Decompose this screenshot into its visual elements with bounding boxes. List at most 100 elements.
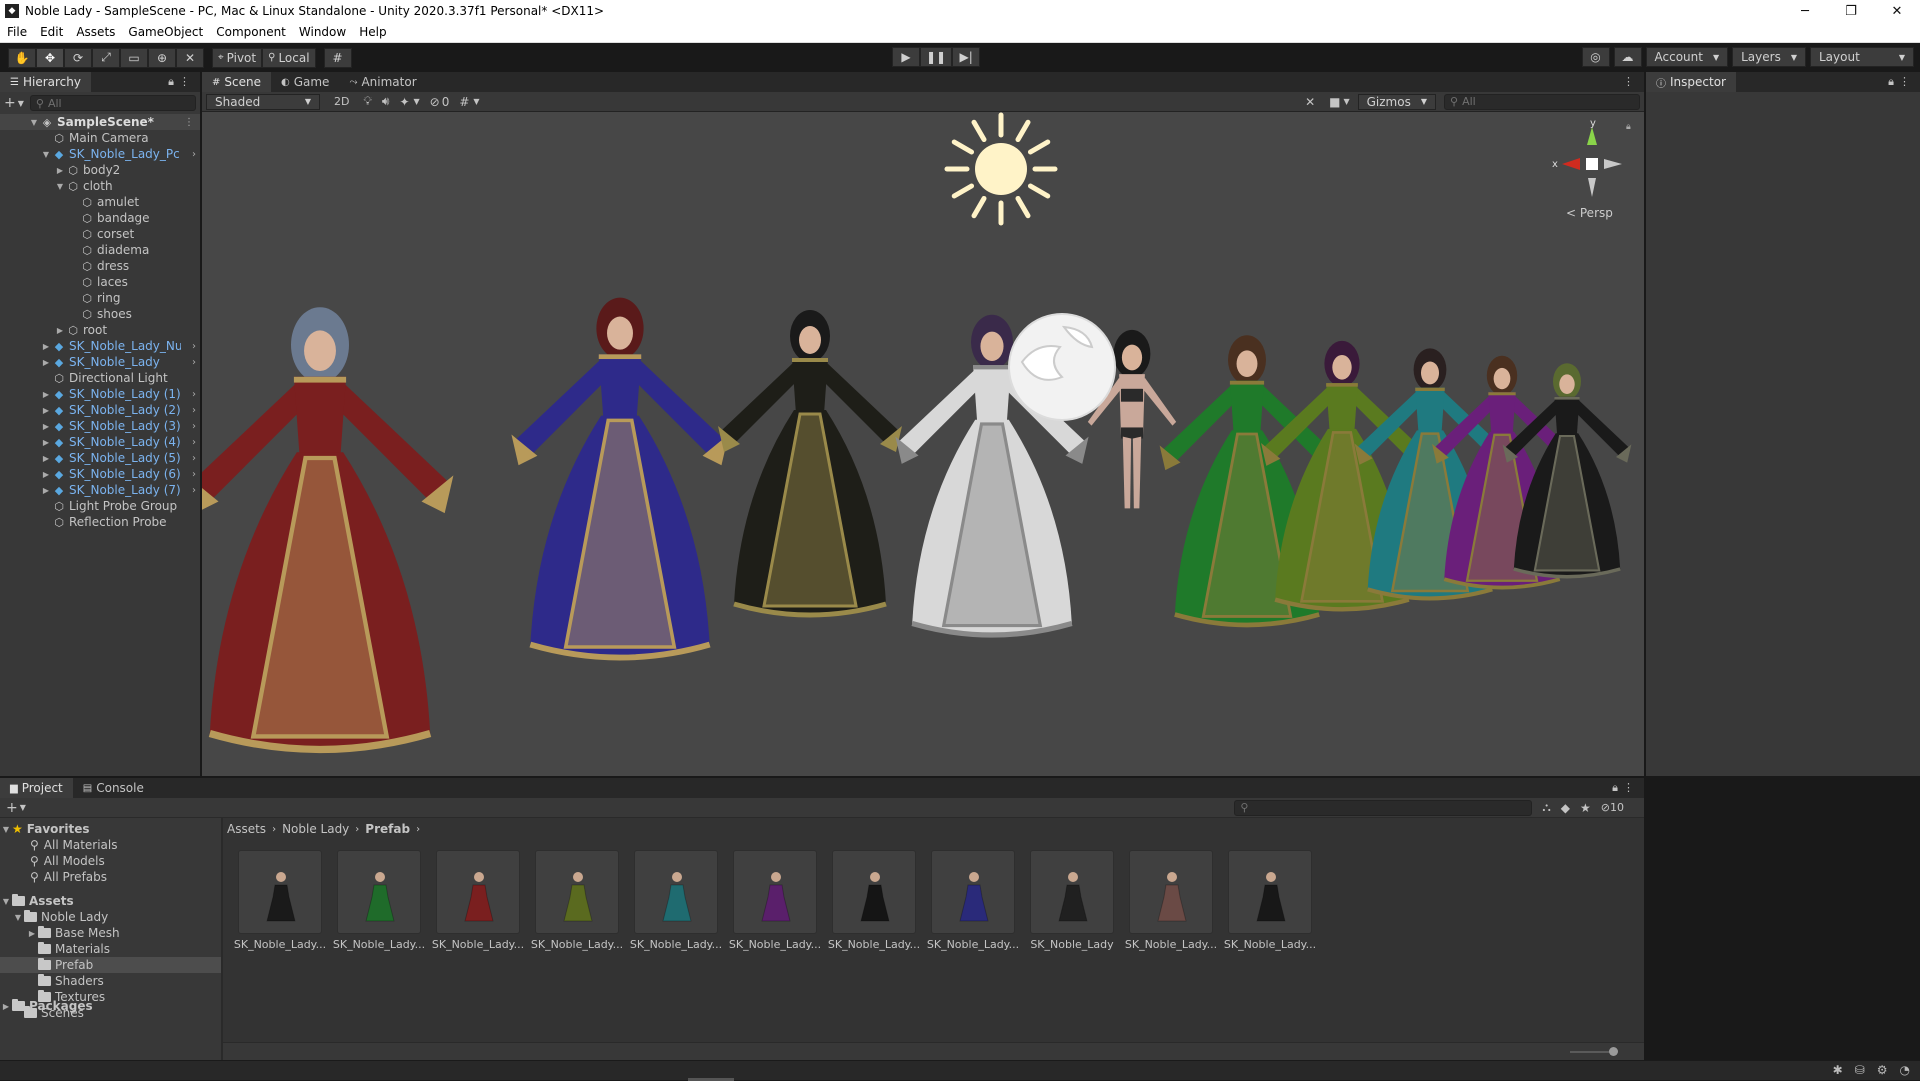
lock-icon[interactable]: 🔒︎ (168, 75, 174, 89)
scene-row[interactable]: ▼ ◈ SampleScene* ⋮ (0, 114, 200, 130)
noble-lady-character[interactable] (718, 310, 902, 618)
packages-row[interactable]: ▶ Packages (0, 998, 93, 1014)
expand-arrow-icon[interactable]: ▶ (54, 326, 66, 335)
prefab-name[interactable]: SK_Noble_Lady... (925, 938, 1021, 951)
zoom-slider-handle[interactable] (1609, 1047, 1618, 1056)
collab-icon[interactable]: ◎ (1581, 47, 1610, 67)
caret-down-icon[interactable]: ▼ (473, 97, 479, 106)
hierarchy-item[interactable]: ▶ ◆ SK_Noble_Lady › (0, 354, 200, 370)
prefab-name[interactable]: SK_Noble_Lady... (628, 938, 724, 951)
hierarchy-item[interactable]: ⬡ Directional Light (0, 370, 200, 386)
breadcrumb-prefab[interactable]: Prefab (365, 822, 410, 836)
account-dropdown[interactable]: Account ▼ (1645, 47, 1729, 67)
hierarchy-item[interactable]: ⬡ ring (0, 290, 200, 306)
hand-tool-icon[interactable]: ✋ (8, 47, 36, 68)
close-button[interactable]: ✕ (1874, 0, 1920, 22)
tab-project[interactable]: ▆ Project (0, 778, 73, 798)
reflection-probe-icon[interactable] (1002, 307, 1122, 427)
play-button[interactable]: ▶ (892, 47, 920, 67)
hierarchy-item[interactable]: ⬡ shoes (0, 306, 200, 322)
prefab-name[interactable]: SK_Noble_Lady... (529, 938, 625, 951)
lock-icon[interactable]: 🔒︎ (1612, 781, 1618, 795)
caret-down-icon[interactable]: ▼ (18, 99, 24, 108)
folder-item[interactable]: ▶ Base Mesh (0, 925, 221, 941)
prefab-thumbnail[interactable] (1228, 850, 1312, 934)
caret-down-icon[interactable]: ▼ (20, 803, 26, 812)
prefab-thumbnail[interactable] (1030, 850, 1114, 934)
filter-by-type-icon[interactable]: ⛬ (1542, 800, 1550, 815)
prefab-name[interactable]: SK_Noble_Lady... (232, 938, 328, 951)
prefab-name[interactable]: SK_Noble_Lady... (826, 938, 922, 951)
prefab-name[interactable]: SK_Noble_Lady... (430, 938, 526, 951)
project-search-input[interactable]: ⚲ (1234, 799, 1533, 816)
prefab-thumbnail[interactable] (1129, 850, 1213, 934)
hierarchy-item[interactable]: ⬡ laces (0, 274, 200, 290)
caret-down-icon[interactable]: ▼ (414, 97, 420, 106)
cache-server-icon[interactable]: ⛁ (1855, 1063, 1865, 1077)
hierarchy-item[interactable]: ▶ ⬡ root (0, 322, 200, 338)
breadcrumb-assets[interactable]: Assets (227, 822, 266, 836)
menu-edit[interactable]: Edit (33, 25, 69, 39)
hierarchy-item[interactable]: ▶ ◆ SK_Noble_Lady (3) › (0, 418, 200, 434)
open-prefab-chevron-icon[interactable]: › (192, 469, 196, 480)
hierarchy-item[interactable]: ▶ ◆ SK_Noble_Lady_Nu › (0, 338, 200, 354)
open-prefab-chevron-icon[interactable]: › (192, 341, 196, 352)
noble-lady-character[interactable] (202, 307, 454, 754)
expand-arrow-icon[interactable]: ▼ (28, 118, 40, 127)
expand-arrow-icon[interactable]: ▶ (40, 454, 52, 463)
favorite-item[interactable]: ⚲ All Prefabs (30, 869, 107, 885)
expand-arrow-icon[interactable]: ▶ (40, 358, 52, 367)
restore-button[interactable]: ❐ (1828, 0, 1874, 22)
audio-icon[interactable]: 🔊︎ (382, 94, 390, 109)
local-toggle[interactable]: ⚲ Local (262, 47, 316, 68)
menu-assets[interactable]: Assets (69, 25, 121, 39)
kebab-menu-icon[interactable]: ⋮ (184, 117, 194, 128)
prefab-thumbnail[interactable] (238, 850, 322, 934)
background-tasks-icon[interactable]: ◔ (1900, 1063, 1910, 1077)
tab-animator[interactable]: ⤳ Animator (339, 72, 426, 92)
menu-file[interactable]: File (0, 25, 33, 39)
hidden-objects-toggle[interactable]: ⊘ 0 (430, 95, 450, 109)
pause-button[interactable]: ❚❚ (920, 47, 953, 67)
grid-toggle-icon[interactable]: # (459, 95, 469, 109)
add-icon[interactable]: + (4, 95, 16, 111)
expand-arrow-icon[interactable]: ▶ (0, 1002, 12, 1011)
prefab-name[interactable]: SK_Noble_Lady... (331, 938, 427, 951)
hierarchy-item[interactable]: ▶ ◆ SK_Noble_Lady (7) › (0, 482, 200, 498)
tab-game[interactable]: ◐ Game (271, 72, 339, 92)
expand-arrow-icon[interactable]: ▶ (26, 929, 38, 938)
tools-icon[interactable]: ✕ (1305, 95, 1315, 109)
folder-item[interactable]: Materials (0, 941, 221, 957)
hierarchy-item[interactable]: ▶ ⬡ body2 (0, 162, 200, 178)
expand-arrow-icon[interactable]: ▼ (0, 897, 12, 906)
hierarchy-search-input[interactable]: ⚲ All (29, 95, 196, 111)
expand-arrow-icon[interactable]: ▼ (0, 825, 12, 834)
prefab-name[interactable]: SK_Noble_Lady... (727, 938, 823, 951)
expand-arrow-icon[interactable]: ▶ (40, 422, 52, 431)
folder-item[interactable]: ▼ Noble Lady (0, 909, 221, 925)
menu-help[interactable]: Help (352, 25, 392, 39)
shading-dropdown[interactable]: Shaded ▼ (206, 93, 320, 110)
open-prefab-chevron-icon[interactable]: › (192, 405, 196, 416)
folder-item[interactable]: Prefab (0, 957, 221, 973)
favorite-item[interactable]: ⚲ All Models (30, 853, 105, 869)
expand-arrow-icon[interactable]: ▶ (40, 406, 52, 415)
transform-tool-icon[interactable]: ⊕ (148, 47, 176, 68)
open-prefab-chevron-icon[interactable]: › (192, 453, 196, 464)
open-prefab-chevron-icon[interactable]: › (192, 421, 196, 432)
open-prefab-chevron-icon[interactable]: › (192, 437, 196, 448)
auto-generate-lighting-icon[interactable]: ⚙ (1877, 1063, 1888, 1077)
hierarchy-item[interactable]: ▶ ◆ SK_Noble_Lady (2) › (0, 402, 200, 418)
debug-icon[interactable]: ✱ (1833, 1063, 1843, 1077)
2d-toggle[interactable]: 2D (334, 95, 349, 108)
assets-row[interactable]: ▼ Assets (0, 893, 74, 909)
prefab-thumbnail[interactable] (436, 850, 520, 934)
hierarchy-item[interactable]: ▶ ◆ SK_Noble_Lady (6) › (0, 466, 200, 482)
hierarchy-item[interactable]: ⬡ Light Probe Group (0, 498, 200, 514)
kebab-menu-icon[interactable]: ⋮ (1623, 781, 1634, 794)
kebab-menu-icon[interactable]: ⋮ (179, 75, 190, 88)
expand-arrow-icon[interactable]: ▼ (54, 182, 66, 191)
scale-tool-icon[interactable]: ⤢ (92, 47, 120, 68)
expand-arrow-icon[interactable]: ▶ (40, 486, 52, 495)
camera-icon[interactable]: ■ (1329, 95, 1340, 109)
